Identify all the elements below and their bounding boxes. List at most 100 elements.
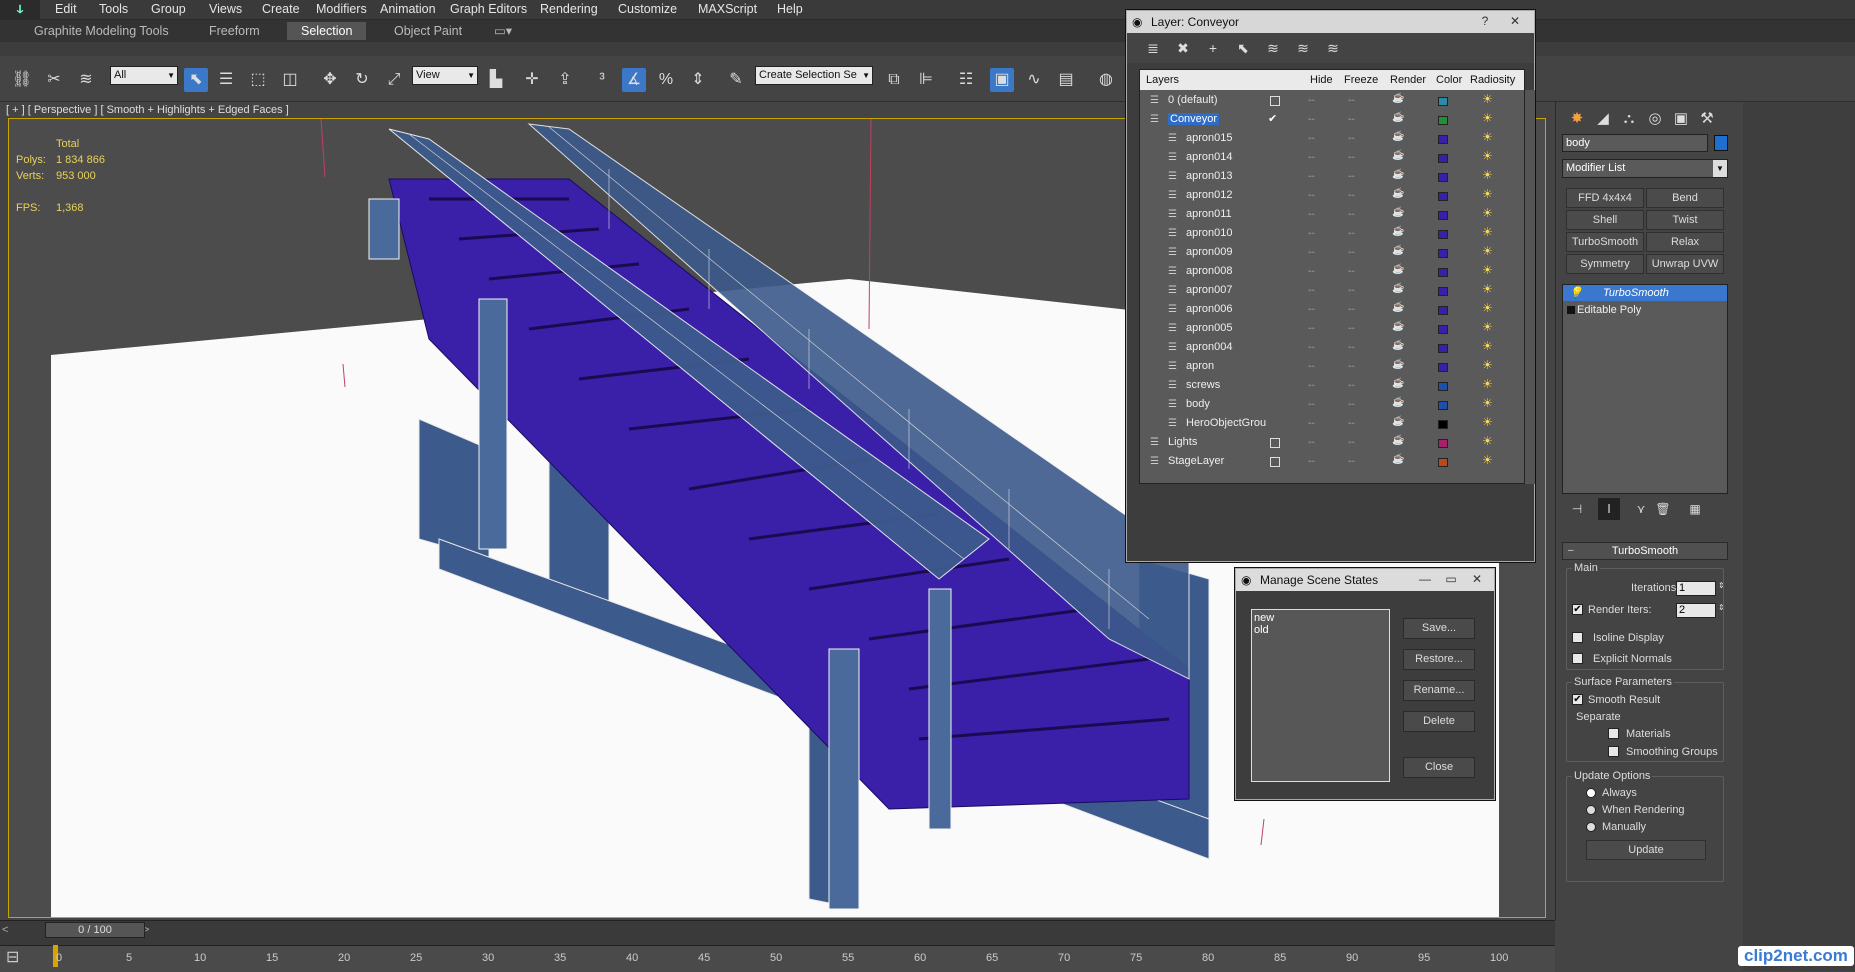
radiosity-icon[interactable]: ☀ <box>1482 263 1493 277</box>
iterations-spinner[interactable]: 1 <box>1676 581 1716 596</box>
hide-toggle-icon[interactable]: ╌ <box>1308 208 1315 221</box>
close-button[interactable]: Close <box>1403 757 1475 778</box>
freeze-toggle-icon[interactable]: ╌ <box>1348 455 1355 468</box>
radiosity-icon[interactable]: ☀ <box>1482 377 1493 391</box>
render-teapot-icon[interactable]: ☕ <box>1392 226 1404 237</box>
col-layers[interactable]: Layers <box>1146 74 1179 86</box>
snap-toggle-icon[interactable]: ³ <box>590 68 614 92</box>
stack-item-turbosmooth[interactable]: 💡 TurboSmooth <box>1563 285 1727 301</box>
select-manipulate-icon[interactable]: ✛ <box>520 68 544 92</box>
hide-toggle-icon[interactable]: ╌ <box>1308 94 1315 107</box>
current-layer-check-icon[interactable]: ✔ <box>1268 112 1277 125</box>
menu-maxscript[interactable]: MAXScript <box>698 2 757 16</box>
modifier-button[interactable]: Relax <box>1646 232 1724 252</box>
make-unique-icon[interactable]: ⋎ <box>1630 498 1652 520</box>
remove-modifier-icon[interactable]: 🗑 <box>1652 498 1674 520</box>
radiosity-icon[interactable]: ☀ <box>1482 301 1493 315</box>
hide-toggle-icon[interactable]: ╌ <box>1308 189 1315 202</box>
material-editor-icon[interactable]: ◍ <box>1094 68 1118 92</box>
layer-color-swatch[interactable] <box>1438 97 1448 106</box>
layer-row[interactable]: ☰ apron005 ╌ ╌ ☕ ☀ <box>1140 320 1524 339</box>
named-selection-sets-dropdown[interactable]: Create Selection Se ▼ <box>755 66 873 85</box>
tab-object-paint[interactable]: Object Paint <box>380 22 476 40</box>
menu-group[interactable]: Group <box>151 2 186 16</box>
layer-row[interactable]: ☰ apron ╌ ╌ ☕ ☀ <box>1140 358 1524 377</box>
manually-radio[interactable] <box>1586 822 1596 832</box>
layer-row[interactable]: ☰ apron014 ╌ ╌ ☕ ☀ <box>1140 149 1524 168</box>
render-teapot-icon[interactable]: ☕ <box>1392 416 1404 427</box>
hide-toggle-icon[interactable]: ╌ <box>1308 303 1315 316</box>
modify-tab-icon[interactable]: ◢ <box>1592 108 1614 130</box>
hide-toggle-icon[interactable]: ╌ <box>1308 227 1315 240</box>
keyboard-shortcut-icon[interactable]: ⇪ <box>553 68 577 92</box>
mirror-icon[interactable]: ⧉ <box>882 68 906 92</box>
modifier-button[interactable]: FFD 4x4x4 <box>1566 188 1644 208</box>
layer-row[interactable]: ☰ apron010 ╌ ╌ ☕ ☀ <box>1140 225 1524 244</box>
hide-toggle-icon[interactable]: ╌ <box>1308 151 1315 164</box>
percent-snap-icon[interactable]: % <box>654 68 678 92</box>
freeze-toggle-icon[interactable]: ╌ <box>1348 170 1355 183</box>
radiosity-icon[interactable]: ☀ <box>1482 111 1493 125</box>
layer-row[interactable]: ☰ body ╌ ╌ ☕ ☀ <box>1140 396 1524 415</box>
render-iters-spinner[interactable]: 2 <box>1676 603 1716 618</box>
radiosity-icon[interactable]: ☀ <box>1482 92 1493 106</box>
layer-name[interactable]: apron010 <box>1186 227 1233 239</box>
modifier-button[interactable]: Symmetry <box>1566 254 1644 274</box>
show-end-result-icon[interactable]: Ⅰ <box>1598 498 1620 520</box>
bind-spacewarp-icon[interactable]: ≋ <box>74 68 98 92</box>
create-tab-icon[interactable]: ✸ <box>1566 108 1588 130</box>
layer-color-swatch[interactable] <box>1438 458 1448 467</box>
layer-name[interactable]: Lights <box>1168 436 1197 448</box>
layer-name[interactable]: apron004 <box>1186 341 1233 353</box>
layer-color-swatch[interactable] <box>1438 344 1448 353</box>
layer-name[interactable]: 0 (default) <box>1168 94 1218 106</box>
radiosity-icon[interactable]: ☀ <box>1482 415 1493 429</box>
layer-name[interactable]: body <box>1186 398 1210 410</box>
layer-row[interactable]: ☰ apron009 ╌ ╌ ☕ ☀ <box>1140 244 1524 263</box>
layer-row[interactable]: ☰ apron004 ╌ ╌ ☕ ☀ <box>1140 339 1524 358</box>
layer-color-swatch[interactable] <box>1438 268 1448 277</box>
freeze-toggle-icon[interactable]: ╌ <box>1348 341 1355 354</box>
layer-name[interactable]: apron007 <box>1186 284 1233 296</box>
hide-toggle-icon[interactable]: ╌ <box>1308 455 1315 468</box>
hierarchy-tab-icon[interactable]: ⛬ <box>1618 108 1640 130</box>
render-teapot-icon[interactable]: ☕ <box>1392 245 1404 256</box>
layer-name[interactable]: apron006 <box>1186 303 1233 315</box>
object-color-swatch[interactable] <box>1714 135 1728 151</box>
freeze-toggle-icon[interactable]: ╌ <box>1348 189 1355 202</box>
freeze-toggle-icon[interactable]: ╌ <box>1348 360 1355 373</box>
scale-icon[interactable]: ⤢ <box>382 68 406 92</box>
render-teapot-icon[interactable]: ☕ <box>1392 264 1404 275</box>
radiosity-icon[interactable]: ☀ <box>1482 206 1493 220</box>
layer-name[interactable]: apron <box>1186 360 1214 372</box>
hide-toggle-icon[interactable]: ╌ <box>1308 284 1315 297</box>
hide-toggle-icon[interactable]: ╌ <box>1308 398 1315 411</box>
layer-color-swatch[interactable] <box>1438 439 1448 448</box>
command-panel-scroll-area[interactable] <box>1743 102 1855 971</box>
spinner-snap-icon[interactable]: ⇕ <box>686 68 710 92</box>
spinner-arrows-icon[interactable]: ⇕ <box>1718 581 1725 590</box>
delete-button[interactable]: Delete <box>1403 711 1475 732</box>
layer-row[interactable]: ☰ apron013 ╌ ╌ ☕ ☀ <box>1140 168 1524 187</box>
pin-stack-icon[interactable]: ⊣ <box>1566 498 1588 520</box>
always-radio[interactable] <box>1586 788 1596 798</box>
layer-name[interactable]: apron013 <box>1186 170 1233 182</box>
freeze-toggle-icon[interactable]: ╌ <box>1348 227 1355 240</box>
tab-selection[interactable]: Selection <box>287 22 367 40</box>
hide-toggle-icon[interactable]: ╌ <box>1308 246 1315 259</box>
hide-toggle-icon[interactable]: ╌ <box>1308 132 1315 145</box>
hide-toggle-icon[interactable]: ╌ <box>1308 113 1315 126</box>
modifier-button[interactable]: Bend <box>1646 188 1724 208</box>
render-teapot-icon[interactable]: ☕ <box>1392 397 1404 408</box>
expand-icon[interactable] <box>1567 306 1575 314</box>
reference-coord-dropdown[interactable]: View ▼ <box>412 66 478 85</box>
select-by-name-icon[interactable]: ☰ <box>214 68 238 92</box>
radiosity-icon[interactable]: ☀ <box>1482 453 1493 467</box>
layer-color-swatch[interactable] <box>1438 287 1448 296</box>
modifier-button[interactable]: Unwrap UVW <box>1646 254 1724 274</box>
current-layer-checkbox[interactable] <box>1270 457 1280 467</box>
layer-name[interactable]: apron008 <box>1186 265 1233 277</box>
layer-scrollbar[interactable] <box>1525 90 1535 484</box>
layer-color-swatch[interactable] <box>1438 420 1448 429</box>
viewport-label[interactable]: [ + ] [ Perspective ] [ Smooth + Highlig… <box>6 104 289 116</box>
